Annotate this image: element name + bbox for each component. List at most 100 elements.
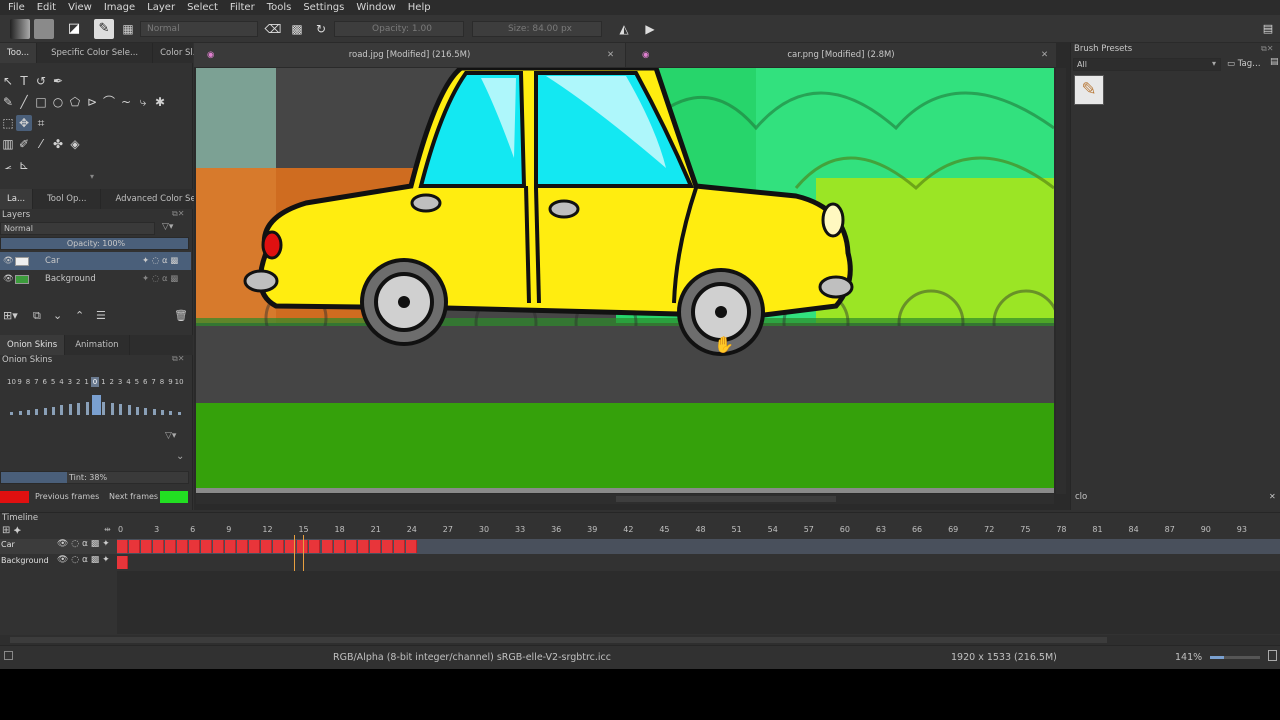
keyframe-cell[interactable] [117, 556, 129, 569]
keyframe-cell[interactable] [165, 540, 177, 553]
layer-row-background[interactable]: 👁 Background ✦ ◌ ⍺ ▩ [0, 270, 191, 288]
bezier-tool-icon[interactable]: ⌒ [101, 94, 117, 110]
reload-preset-icon[interactable]: ↻ [311, 19, 331, 39]
gradient-preset-button[interactable] [10, 19, 30, 39]
menu-edit[interactable]: Edit [31, 0, 62, 15]
color-swap-icon[interactable]: ◪ [64, 19, 84, 39]
filter-icon[interactable]: ▽▾ [165, 431, 176, 441]
keyframe-cell[interactable] [225, 540, 237, 553]
menu-file[interactable]: File [2, 0, 31, 15]
onion-opacity-bar[interactable] [135, 406, 139, 415]
measure-tool-icon[interactable]: ⦟ [0, 157, 16, 173]
keyframe-cell[interactable] [345, 540, 357, 553]
keyframe-cell[interactable] [357, 540, 369, 553]
crop-tool-icon[interactable]: ⌗ [33, 115, 49, 131]
assistant-tool-icon[interactable]: ⊾ [16, 157, 32, 173]
line-tool-icon[interactable]: ╱ [16, 94, 32, 110]
transform-tool-icon[interactable]: ⬚ [0, 115, 16, 131]
onion-opacity-bar[interactable] [119, 404, 123, 415]
onion-opacity-bar[interactable] [91, 395, 101, 415]
onion-opacity-bar[interactable] [68, 404, 72, 415]
enclose-fill-icon[interactable]: ◈ [67, 136, 83, 152]
fill-tool-icon[interactable]: ✤ [50, 136, 66, 152]
tab-layers[interactable]: La... [0, 189, 34, 209]
timeline-scrollbar[interactable] [0, 635, 1280, 645]
freehand-brush-icon[interactable]: ✎ [0, 94, 16, 110]
onion-opacity-bar[interactable] [169, 410, 173, 415]
onion-opacity-bar[interactable] [18, 410, 22, 415]
edit-shapes-icon[interactable]: ↺ [33, 73, 49, 89]
menu-window[interactable]: Window [350, 0, 401, 15]
duplicate-layer-icon[interactable]: ⧉ [33, 309, 41, 323]
onion-opacity-bar[interactable] [110, 403, 114, 415]
float-dock-icon[interactable]: ⧉✕ [172, 209, 184, 219]
float-dock-icon[interactable]: ⧉✕ [1261, 44, 1273, 54]
layer-properties-icon[interactable]: ☰ [96, 309, 106, 322]
keyframe-cell[interactable] [261, 540, 273, 553]
onion-opacity-bar[interactable] [177, 412, 181, 415]
onion-frame-number[interactable]: 9 [15, 377, 23, 387]
layer-row-car[interactable]: 👁 Car ✦ ◌ ⍺ ▩ [0, 252, 191, 270]
onion-frame-number[interactable]: 6 [41, 377, 49, 387]
float-dock-icon[interactable]: ⧉✕ [172, 354, 184, 364]
collapse-icon[interactable]: ⌄ [176, 451, 184, 462]
brush-preset-thumbnail[interactable]: ✎ [1074, 75, 1104, 105]
onion-frame-number[interactable]: 4 [57, 377, 65, 387]
move-up-icon[interactable]: ⌃ [75, 309, 84, 322]
onion-frame-number[interactable]: 2 [74, 377, 82, 387]
add-keyframe-icon[interactable]: ⊞ ⯌ [2, 525, 21, 536]
onion-frame-number[interactable]: 9 [166, 377, 174, 387]
keyframe-cell[interactable] [153, 540, 165, 553]
keyframe-cell[interactable] [309, 540, 321, 553]
zoom-level-label[interactable]: 141% [1175, 652, 1202, 663]
onion-frame-number[interactable]: 5 [49, 377, 57, 387]
timeline-settings-icon[interactable]: ⇹ [104, 525, 111, 534]
timeline-row-car[interactable]: Car 👁 ◌ ⍺ ▩ ✦ [0, 539, 1280, 554]
filter-icon[interactable]: ▽▾ [162, 222, 173, 232]
document-tab-car[interactable]: ◉ car.png [Modified] (2.8M) ✕ [626, 43, 1056, 67]
close-tab-icon[interactable]: ✕ [607, 43, 614, 67]
zoom-slider[interactable] [1210, 656, 1260, 659]
frame-ruler[interactable]: 0 3 6 9 12 15 18 21 24 27 30 33 36 39 42 45 48 51 54 57 60 63… [117, 513, 1280, 538]
onion-frame-number[interactable]: 1 [99, 377, 107, 387]
fullscreen-icon[interactable] [1268, 650, 1277, 661]
onion-frame-number[interactable]: 10 [175, 377, 184, 387]
timeline-row-background[interactable]: Background 👁 ◌ ⍺ ▩ ✦ [0, 555, 1280, 570]
blend-mode-select[interactable]: Normal [140, 21, 258, 37]
menu-filter[interactable]: Filter [224, 0, 261, 15]
ellipse-tool-icon[interactable]: ○ [50, 94, 66, 110]
drawing-canvas[interactable]: ✋ [196, 68, 1054, 493]
onion-frame-number[interactable]: 0 [90, 377, 100, 387]
grid-icon[interactable]: ▦ [118, 19, 138, 39]
onion-frame-number[interactable]: 7 [149, 377, 157, 387]
timeline-layer-icons[interactable]: 👁 ◌ ⍺ ▩ ✦ [57, 539, 110, 549]
document-tab-road[interactable]: ◉ road.jpg [Modified] (216.5M) ✕ [194, 43, 625, 67]
polygon-tool-icon[interactable]: ⬠ [67, 94, 83, 110]
close-tab-icon[interactable]: ✕ [1041, 43, 1048, 67]
onion-opacity-bar[interactable] [60, 405, 64, 415]
onion-frame-number[interactable]: 8 [158, 377, 166, 387]
polyline-tool-icon[interactable]: ⊳ [84, 94, 100, 110]
onion-opacity-bar[interactable] [26, 409, 30, 415]
tab-animation[interactable]: Animation [65, 335, 130, 355]
onion-frame-number[interactable]: 6 [141, 377, 149, 387]
multibrush-icon[interactable]: ✱ [152, 94, 168, 110]
rectangle-tool-icon[interactable]: □ [33, 94, 49, 110]
onion-frame-number[interactable]: 2 [108, 377, 116, 387]
keyframe-cell[interactable] [405, 540, 417, 553]
color-picker-icon[interactable]: ✐ [16, 136, 32, 152]
onion-opacity-bar[interactable] [77, 403, 81, 415]
move-tool-icon[interactable]: ✥ [16, 115, 32, 131]
tab-specific-color-selector[interactable]: Specific Color Sele... [37, 43, 154, 63]
menu-settings[interactable]: Settings [297, 0, 350, 15]
onion-opacity-bar[interactable] [43, 407, 47, 415]
visibility-eye-icon[interactable]: 👁 [3, 252, 14, 270]
menu-image[interactable]: Image [98, 0, 141, 15]
size-slider[interactable]: Size: 84.00 px [472, 21, 602, 37]
toolbox-collapse-icon[interactable]: ▾ [90, 172, 94, 181]
onion-opacity-bar[interactable] [144, 407, 148, 415]
keyframe-cell[interactable] [381, 540, 393, 553]
layer-properties-icons[interactable]: ✦ ◌ ⍺ ▩ [142, 252, 178, 270]
onion-opacity-bar[interactable] [52, 406, 56, 415]
layer-opacity-slider[interactable]: Opacity: 100% [0, 237, 189, 250]
